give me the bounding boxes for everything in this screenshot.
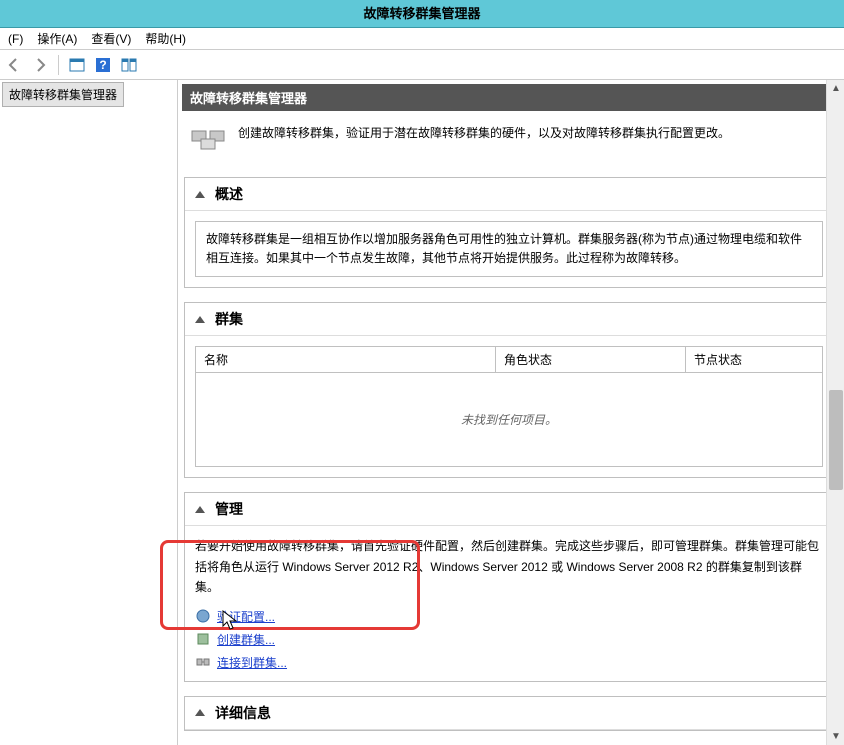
section-clusters: 群集 名称 角色状态 节点状态 未找到任何项目。 — [184, 302, 834, 478]
content-title: 故障转移群集管理器 — [190, 88, 307, 107]
overview-description: 故障转移群集是一组相互协作以增加服务器角色可用性的独立计算机。群集服务器(称为节… — [195, 221, 823, 277]
tile-button[interactable] — [117, 53, 141, 77]
section-details-header[interactable]: 详细信息 — [185, 697, 833, 730]
create-cluster-link-row: 创建群集... — [195, 631, 823, 648]
properties-button[interactable] — [65, 53, 89, 77]
validate-config-link-row: 验证配置... — [195, 608, 823, 625]
nav-forward-button[interactable] — [28, 53, 52, 77]
content-header: 故障转移群集管理器 — [182, 84, 836, 111]
chevron-up-icon — [195, 316, 205, 323]
navigation-tree: 故障转移群集管理器 — [0, 80, 178, 745]
window-title: 故障转移群集管理器 — [363, 6, 480, 21]
create-cluster-link[interactable]: 创建群集... — [217, 631, 275, 648]
scroll-up-arrow[interactable]: ▲ — [831, 83, 841, 94]
help-button[interactable]: ? — [91, 53, 115, 77]
management-description: 若要开始使用故障转移群集，请首先验证硬件配置，然后创建群集。完成这些步骤后，即可… — [195, 536, 823, 597]
section-details-title: 详细信息 — [215, 703, 271, 723]
toolbar: ? — [0, 50, 844, 80]
validate-icon — [195, 608, 211, 624]
section-clusters-header[interactable]: 群集 — [185, 303, 833, 336]
section-overview-header[interactable]: 概述 — [185, 178, 833, 211]
section-management-title: 管理 — [215, 499, 243, 519]
menu-bar: (F) 操作(A) 查看(V) 帮助(H) — [0, 28, 844, 50]
chevron-up-icon — [195, 191, 205, 198]
column-node-status[interactable]: 节点状态 — [686, 347, 822, 372]
section-management: 管理 若要开始使用故障转移群集，请首先验证硬件配置，然后创建群集。完成这些步骤后… — [184, 492, 834, 681]
chevron-up-icon — [195, 709, 205, 716]
menu-file[interactable]: (F) — [4, 30, 27, 48]
connect-icon — [195, 654, 211, 670]
menu-help[interactable]: 帮助(H) — [141, 28, 190, 49]
section-clusters-title: 群集 — [215, 309, 243, 329]
chevron-up-icon — [195, 506, 205, 513]
vertical-scrollbar[interactable]: ▲ ▼ — [826, 80, 844, 745]
connect-cluster-link-row: 连接到群集... — [195, 654, 823, 671]
content-pane: 故障转移群集管理器 创建故障转移群集，验证用于潜在故障转移群集的硬件，以及对故障… — [178, 80, 844, 745]
menu-view[interactable]: 查看(V) — [87, 28, 135, 49]
connect-cluster-link[interactable]: 连接到群集... — [217, 654, 287, 671]
section-details: 详细信息 — [184, 696, 834, 731]
cluster-icon — [188, 121, 228, 155]
clusters-empty-message: 未找到任何项目。 — [196, 373, 822, 466]
section-management-header[interactable]: 管理 — [185, 493, 833, 526]
nav-back-button[interactable] — [2, 53, 26, 77]
window-titlebar: 故障转移群集管理器 — [0, 0, 844, 28]
validate-config-link[interactable]: 验证配置... — [217, 608, 275, 625]
svg-text:?: ? — [99, 58, 106, 72]
column-role-status[interactable]: 角色状态 — [496, 347, 686, 372]
intro-text: 创建故障转移群集，验证用于潜在故障转移群集的硬件，以及对故障转移群集执行配置更改… — [238, 121, 730, 141]
intro-block: 创建故障转移群集，验证用于潜在故障转移群集的硬件，以及对故障转移群集执行配置更改… — [182, 111, 836, 173]
clusters-table-header: 名称 角色状态 节点状态 — [196, 347, 822, 373]
section-overview-title: 概述 — [215, 184, 243, 204]
section-overview: 概述 故障转移群集是一组相互协作以增加服务器角色可用性的独立计算机。群集服务器(… — [184, 177, 834, 288]
toolbar-separator — [58, 55, 59, 75]
tree-root-item[interactable]: 故障转移群集管理器 — [2, 82, 124, 107]
menu-action[interactable]: 操作(A) — [33, 28, 81, 49]
clusters-table: 名称 角色状态 节点状态 未找到任何项目。 — [195, 346, 823, 467]
scroll-down-arrow[interactable]: ▼ — [831, 731, 841, 742]
column-name[interactable]: 名称 — [196, 347, 496, 372]
create-icon — [195, 631, 211, 647]
scroll-thumb[interactable] — [829, 390, 843, 490]
